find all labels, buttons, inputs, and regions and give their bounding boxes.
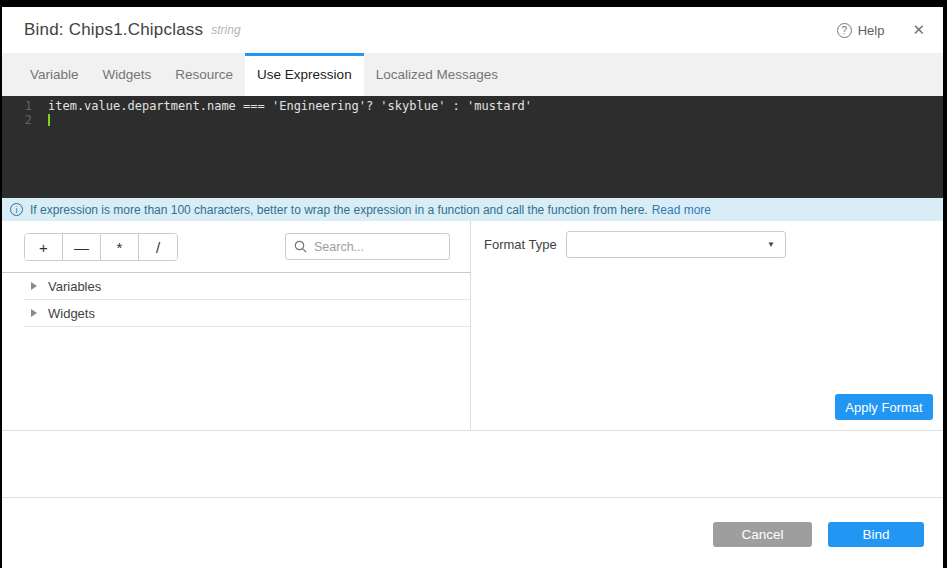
help-icon: ?: [837, 23, 852, 38]
bind-button[interactable]: Bind: [828, 522, 924, 547]
format-type-dropdown[interactable]: ▼: [566, 231, 786, 258]
bindable-items-tree: Variables Widgets: [2, 272, 470, 327]
multiply-operator-button[interactable]: *: [101, 234, 139, 260]
tab-bar: Variable Widgets Resource Use Expression…: [2, 53, 943, 96]
dialog-body: + — * / Variables Widgets: [2, 221, 943, 430]
minus-operator-button[interactable]: —: [63, 234, 101, 260]
empty-area: [2, 430, 943, 497]
plus-operator-button[interactable]: +: [25, 234, 63, 260]
search-input[interactable]: [314, 240, 441, 254]
code-line-1: item.value.department.name === 'Engineer…: [48, 99, 532, 113]
format-panel: Format Type ▼ Apply Format: [471, 221, 943, 430]
help-button[interactable]: ? Help: [837, 23, 885, 38]
divide-operator-button[interactable]: /: [139, 234, 177, 260]
dialog-footer: Cancel Bind: [2, 497, 943, 568]
read-more-link[interactable]: Read more: [652, 203, 711, 217]
tree-item-widgets[interactable]: Widgets: [24, 300, 470, 327]
info-message: If expression is more than 100 character…: [30, 203, 648, 217]
operator-toolbar: + — * /: [2, 221, 470, 272]
search-box[interactable]: [285, 233, 450, 260]
operator-button-group: + — * /: [24, 233, 178, 261]
editor-cursor: [48, 114, 50, 126]
format-type-label: Format Type: [484, 237, 566, 252]
dialog-header: Bind: Chips1.Chipclass string ? Help ✕: [2, 7, 943, 53]
code-line-2: [48, 113, 532, 127]
tab-use-expression[interactable]: Use Expression: [245, 53, 364, 96]
editor-code[interactable]: item.value.department.name === 'Engineer…: [44, 99, 532, 198]
tree-item-variables[interactable]: Variables: [24, 273, 470, 300]
tab-localized-messages[interactable]: Localized Messages: [364, 53, 510, 96]
cancel-button[interactable]: Cancel: [713, 522, 812, 547]
info-icon: i: [10, 203, 23, 216]
header-actions: ? Help ✕: [837, 21, 925, 39]
expand-arrow-icon[interactable]: [31, 282, 37, 290]
dialog-title: Bind: Chips1.Chipclass: [24, 20, 203, 40]
dropdown-caret-icon: ▼: [767, 240, 775, 249]
tab-widgets[interactable]: Widgets: [91, 53, 164, 96]
format-type-row: Format Type ▼: [471, 221, 943, 258]
expression-builder-panel: + — * / Variables Widgets: [2, 221, 471, 430]
search-icon: [294, 240, 307, 253]
expand-arrow-icon[interactable]: [31, 309, 37, 317]
tab-variable[interactable]: Variable: [18, 53, 91, 96]
close-icon[interactable]: ✕: [912, 21, 925, 39]
help-label: Help: [858, 23, 885, 38]
tab-resource[interactable]: Resource: [163, 53, 245, 96]
binding-type-label: string: [211, 23, 240, 37]
apply-format-button[interactable]: Apply Format: [835, 394, 933, 420]
info-bar: i If expression is more than 100 charact…: [2, 198, 943, 221]
editor-line-numbers: 1 2: [2, 99, 44, 198]
bind-dialog: Bind: Chips1.Chipclass string ? Help ✕ V…: [2, 7, 943, 568]
expression-editor[interactable]: 1 2 item.value.department.name === 'Engi…: [2, 96, 943, 198]
